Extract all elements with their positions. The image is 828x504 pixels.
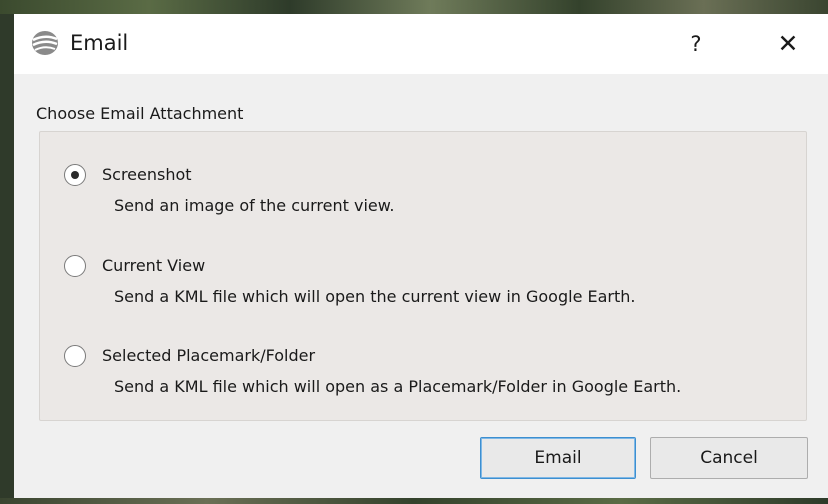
dialog-body: Choose Email Attachment Screenshot Send … <box>14 74 828 498</box>
option-label[interactable]: Screenshot <box>102 165 192 184</box>
option-label[interactable]: Current View <box>102 256 205 275</box>
radio-selected-placemark[interactable] <box>64 345 86 367</box>
window-title: Email <box>70 31 129 55</box>
background-map-strip-bottom <box>0 498 828 504</box>
attachment-options-group: Screenshot Send an image of the current … <box>39 131 807 421</box>
cancel-button[interactable]: Cancel <box>650 437 808 479</box>
option-description: Send a KML file which will open as a Pla… <box>114 377 682 396</box>
close-icon[interactable]: ✕ <box>770 26 806 62</box>
question-mark-icon[interactable]: ? <box>678 26 714 62</box>
background-map-strip <box>0 0 828 14</box>
option-description: Send an image of the current view. <box>114 196 395 215</box>
option-description: Send a KML file which will open the curr… <box>114 287 636 306</box>
option-label[interactable]: Selected Placemark/Folder <box>102 346 315 365</box>
radio-screenshot[interactable] <box>64 164 86 186</box>
section-title: Choose Email Attachment <box>36 104 244 123</box>
radio-current-view[interactable] <box>64 255 86 277</box>
email-button[interactable]: Email <box>480 437 636 479</box>
google-earth-icon <box>30 30 60 56</box>
title-bar[interactable]: Email ? ✕ <box>14 14 828 74</box>
email-dialog: Email ? ✕ Choose Email Attachment Screen… <box>14 14 828 498</box>
